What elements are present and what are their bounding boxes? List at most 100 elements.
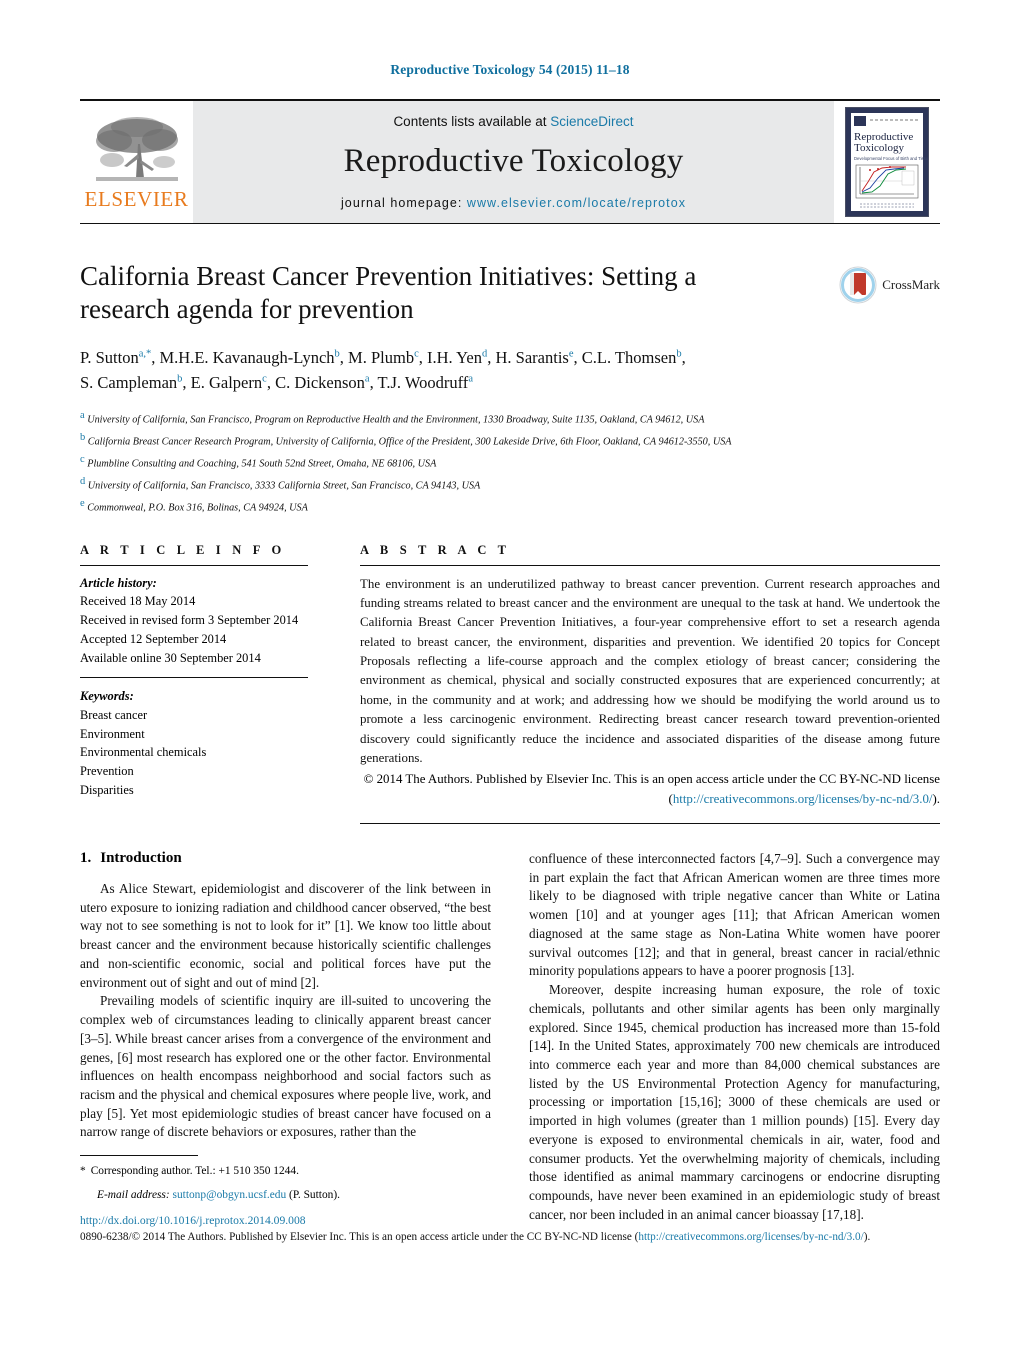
issn-text: 0890-6238/© 2014 The Authors. Published … <box>80 1231 639 1244</box>
keyword-item: Environmental chemicals <box>80 745 207 760</box>
article-page: Reproductive Toxicology 54 (2015) 11–18 <box>0 0 1020 1351</box>
abstract-text: The environment is an underutilized path… <box>360 576 940 765</box>
author-affil-mark: d <box>482 348 488 360</box>
elsevier-logo: ELSEVIER <box>80 101 193 223</box>
author-affil-mark: a <box>468 373 473 385</box>
author-affil-mark: b <box>676 348 682 360</box>
elsevier-tree-icon <box>95 117 178 181</box>
affiliation-item: a University of California, San Francisc… <box>80 407 940 429</box>
running-head: Reproductive Toxicology 54 (2015) 11–18 <box>390 62 630 77</box>
affiliation-text: Plumbline Consulting and Coaching, 541 S… <box>87 458 437 470</box>
abstract-column: A B S T R A C T The environment is an un… <box>360 543 940 824</box>
section-title: Introduction <box>100 849 182 866</box>
journal-homepage-line: journal homepage: www.elsevier.com/locat… <box>341 196 686 210</box>
author-list: P. Suttona,*, M.H.E. Kavanaugh-Lynchb, M… <box>80 347 686 393</box>
affiliation-text: Commonweal, P.O. Box 316, Bolinas, CA 94… <box>87 502 308 514</box>
copyright-tail: ). <box>932 791 940 806</box>
keyword-item: Disparities <box>80 783 134 798</box>
divider <box>80 564 308 566</box>
author-affil-mark: c <box>414 348 419 360</box>
crossmark-icon <box>839 266 877 304</box>
article-history-label: Article history: <box>80 575 157 590</box>
author-affil-mark: a <box>364 373 370 385</box>
history-item: Available online 30 September 2014 <box>80 651 261 665</box>
keyword-item: Breast cancer <box>80 707 148 722</box>
affiliation-list: a University of California, San Francisc… <box>80 407 940 517</box>
issn-license-line: 0890-6238/© 2014 The Authors. Published … <box>80 1229 940 1246</box>
affiliation-mark: a <box>80 410 85 422</box>
body-column-right: confluence of these interconnected facto… <box>529 850 940 1225</box>
corresponding-author-text: Corresponding author. Tel.: +1 510 350 1… <box>90 1165 299 1177</box>
journal-cover-art: Reproductive Toxicology Developmental Fo… <box>846 108 928 216</box>
paragraph: confluence of these interconnected facto… <box>529 850 940 979</box>
paragraph: Moreover, despite increasing human expos… <box>529 982 940 1222</box>
keyword-item: Prevention <box>80 764 134 779</box>
journal-masthead: ELSEVIER Contents lists available at Sci… <box>80 99 940 224</box>
svg-text:Developmental Focus of Birth a: Developmental Focus of Birth and Tissue <box>854 156 928 161</box>
author-affil-mark: b <box>334 348 340 360</box>
contents-available-line: Contents lists available at ScienceDirec… <box>393 114 633 129</box>
journal-cover-thumbnail: Reproductive Toxicology Developmental Fo… <box>845 107 929 217</box>
divider <box>360 564 940 566</box>
footnote-email-line: E-mail address: suttonp@obgyn.ucsf.edu (… <box>80 1187 491 1204</box>
affiliation-mark: c <box>80 453 85 465</box>
author-affil-mark: c <box>262 373 267 385</box>
info-abstract-row: A R T I C L E I N F O Article history: R… <box>80 543 940 824</box>
affiliation-mark: e <box>80 497 85 509</box>
crossmark-label: CrossMark <box>882 277 940 292</box>
article-history: Article history: Received 18 May 2014 Re… <box>80 574 360 668</box>
page-title: California Breast Cancer Prevention Init… <box>80 261 697 325</box>
affiliation-mark: d <box>80 475 86 487</box>
affiliation-item: c Plumbline Consulting and Coaching, 541… <box>80 451 940 473</box>
crossmark-badge[interactable]: CrossMark <box>839 266 940 304</box>
license-link[interactable]: http://creativecommons.org/licenses/by-n… <box>673 792 933 806</box>
journal-title: Reproductive Toxicology <box>343 143 684 179</box>
email-label: E-mail address: <box>97 1189 170 1202</box>
keywords-label: Keywords: <box>80 688 134 703</box>
svg-text:Toxicology: Toxicology <box>854 142 904 154</box>
divider <box>80 1155 198 1156</box>
divider <box>360 822 940 824</box>
history-item: Accepted 12 September 2014 <box>80 632 227 647</box>
article-info-column: A R T I C L E I N F O Article history: R… <box>80 543 360 824</box>
journal-banner: Contents lists available at ScienceDirec… <box>193 101 834 223</box>
history-item: Received in revised form 3 September 201… <box>80 613 299 628</box>
section-number: 1. <box>80 849 92 866</box>
homepage-prefix: journal homepage: <box>340 196 467 210</box>
author-affil-mark: a,* <box>138 348 152 360</box>
issn-tail: ). <box>863 1231 871 1244</box>
title-row: California Breast Cancer Prevention Init… <box>80 260 940 327</box>
affiliation-item: d University of California, San Francisc… <box>80 473 940 495</box>
divider <box>80 676 308 678</box>
article-info-heading: A R T I C L E I N F O <box>80 542 286 557</box>
affiliation-text: California Breast Cancer Research Progra… <box>87 436 732 448</box>
doi-link[interactable]: http://dx.doi.org/10.1016/j.reprotox.201… <box>80 1212 940 1229</box>
affiliation-item: e Commonweal, P.O. Box 316, Bolinas, CA … <box>80 495 940 517</box>
elsevier-wordmark: ELSEVIER <box>84 187 189 211</box>
footnote-marker: * <box>80 1165 86 1177</box>
abstract-copyright: © 2014 The Authors. Published by Elsevie… <box>360 770 940 809</box>
affiliation-mark: b <box>80 432 86 443</box>
email-link[interactable]: suttonp@obgyn.ucsf.edu <box>173 1189 287 1201</box>
footnote-line: * Corresponding author. Tel.: +1 510 350 … <box>80 1163 491 1180</box>
email-suffix: (P. Sutton). <box>289 1189 340 1202</box>
journal-homepage-link[interactable]: www.elsevier.com/locate/reprotox <box>467 196 686 210</box>
keywords-block: Keywords: Breast cancer Environment Envi… <box>80 687 360 800</box>
contents-prefix: Contents lists available at <box>393 114 551 129</box>
journal-cover: Reproductive Toxicology Developmental Fo… <box>834 101 940 223</box>
keyword-item: Environment <box>80 726 145 741</box>
sciencedirect-link[interactable]: ScienceDirect <box>550 114 633 129</box>
author-affil-mark: b <box>177 373 183 385</box>
author-affil-mark: e <box>568 348 574 360</box>
footer-license-link[interactable]: http://creativecommons.org/licenses/by-n… <box>638 1231 863 1243</box>
corresponding-author-footnote: * Corresponding author. Tel.: +1 510 350 … <box>80 1155 491 1204</box>
abstract-heading: A B S T R A C T <box>360 542 511 557</box>
affiliation-item: b California Breast Cancer Research Prog… <box>80 429 940 451</box>
paragraph: Prevailing models of scientific inquiry … <box>80 993 491 1140</box>
affiliation-text: University of California, San Francisco,… <box>87 480 481 492</box>
paragraph: As Alice Stewart, epidemiologist and dis… <box>80 880 491 990</box>
history-item: Received 18 May 2014 <box>80 594 196 609</box>
affiliation-text: University of California, San Francisco,… <box>87 414 705 426</box>
page-footer: http://dx.doi.org/10.1016/j.reprotox.201… <box>80 1212 940 1246</box>
section-heading: 1. Introduction <box>80 850 491 867</box>
